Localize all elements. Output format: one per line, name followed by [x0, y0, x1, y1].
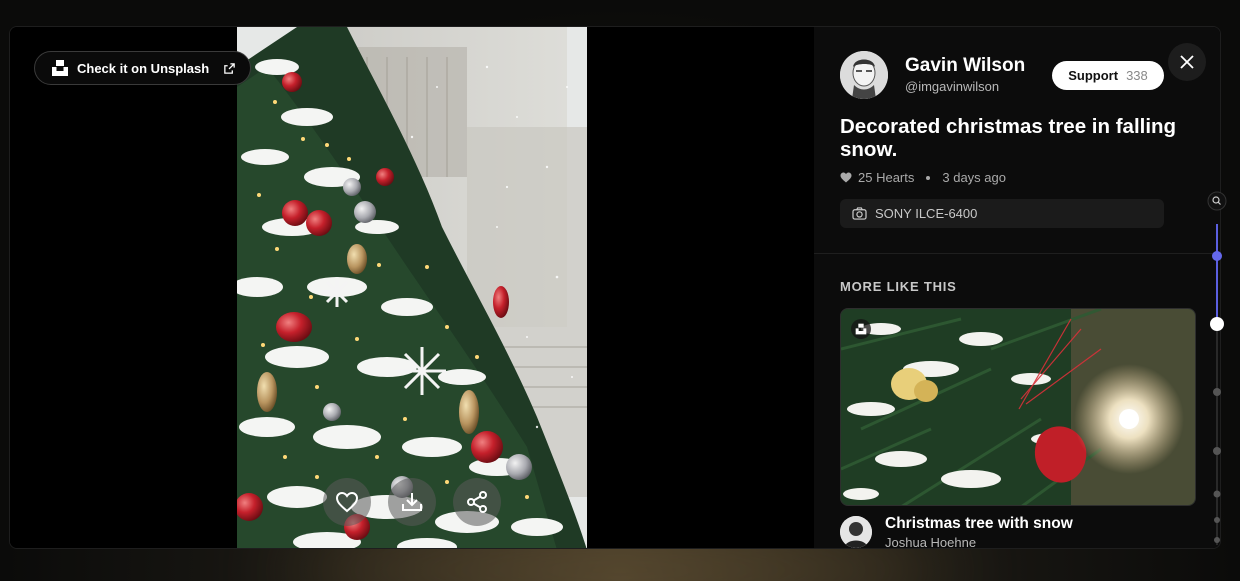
camera-icon	[852, 207, 867, 220]
related-photo-author[interactable]: Joshua Hoehne	[885, 535, 976, 548]
meta-separator	[926, 175, 931, 180]
photo-title: Decorated christmas tree in falling snow…	[840, 115, 1177, 161]
author-avatar[interactable]	[840, 51, 888, 99]
check-on-unsplash-label: Check it on Unsplash	[77, 60, 210, 76]
photo-viewer: Check it on Unsplash	[10, 27, 814, 548]
photo-meta: 25 Hearts 3 days ago	[840, 170, 1006, 185]
related-photo-image	[841, 309, 1195, 505]
share-icon	[467, 491, 487, 513]
camera-model: SONY ILCE-6400	[875, 206, 978, 221]
external-link-icon	[224, 62, 235, 74]
related-author-avatar[interactable]	[840, 516, 872, 548]
divider	[814, 253, 1220, 254]
unsplash-logo-icon	[851, 319, 871, 339]
more-like-this-title: MORE LIKE THIS	[840, 279, 957, 294]
scroll-scrubber[interactable]	[1207, 190, 1227, 550]
support-label: Support	[1068, 68, 1119, 83]
support-button[interactable]: Support 338	[1052, 61, 1164, 90]
scrubber-handle[interactable]	[1210, 317, 1224, 331]
share-button[interactable]	[453, 478, 501, 526]
heart-icon	[840, 172, 852, 183]
info-panel: Gavin Wilson @imgavinwilson Support 338 …	[814, 27, 1220, 548]
camera-info: SONY ILCE-6400	[840, 199, 1164, 228]
download-button[interactable]	[388, 478, 436, 526]
posted-time: 3 days ago	[942, 170, 1006, 185]
related-photo-card[interactable]	[840, 308, 1196, 506]
like-button[interactable]	[323, 478, 371, 526]
author-name[interactable]: Gavin Wilson	[905, 55, 1025, 77]
hearts-count: 25 Hearts	[858, 170, 915, 185]
main-photo[interactable]	[237, 27, 587, 548]
heart-icon	[335, 491, 359, 513]
christmas-tree-image	[237, 27, 587, 548]
download-icon	[402, 493, 422, 511]
check-on-unsplash-button[interactable]: Check it on Unsplash	[34, 51, 252, 85]
close-icon	[1180, 55, 1194, 69]
author-handle[interactable]: @imgavinwilson	[905, 79, 999, 94]
related-photo-title[interactable]: Christmas tree with snow	[885, 515, 1073, 533]
support-count: 338	[1126, 68, 1148, 83]
close-button[interactable]	[1168, 43, 1206, 81]
photo-modal: Check it on Unsplash Gavin Wilson @imgav…	[9, 26, 1221, 549]
unsplash-logo-icon	[52, 60, 68, 76]
